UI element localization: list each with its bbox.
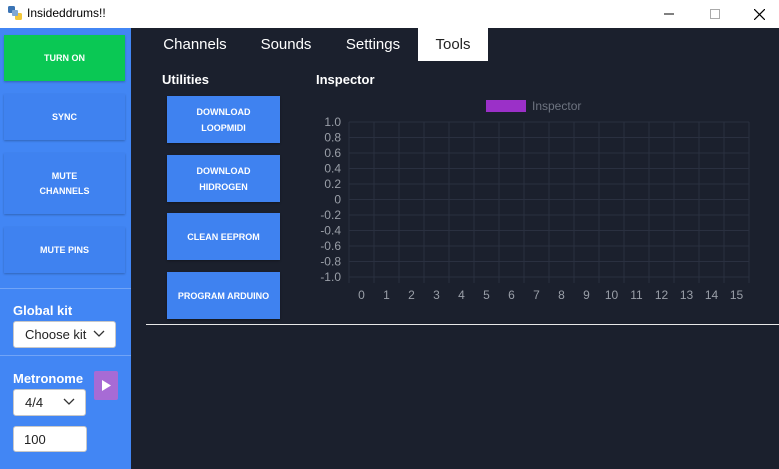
maximize-button[interactable]: [692, 0, 738, 28]
inspector-title: Inspector: [316, 72, 375, 87]
maximize-icon: [710, 9, 720, 19]
y-tick-label: -0.4: [320, 224, 341, 238]
x-tick-label: 2: [408, 288, 415, 302]
x-tick-label: 5: [483, 288, 490, 302]
download-loopmidi-button[interactable]: DOWNLOAD LOOPMIDI: [167, 96, 280, 143]
global-kit-label: Global kit: [13, 303, 73, 318]
sidebar-divider: [0, 355, 131, 356]
y-tick-label: -0.8: [320, 255, 341, 269]
x-tick-label: 8: [558, 288, 565, 302]
mute-pins-button[interactable]: MUTE PINS: [4, 227, 125, 273]
x-tick-label: 12: [655, 288, 669, 302]
inspector-chart: 1.00.80.60.40.20-0.2-0.4-0.6-0.8-1.0 012…: [320, 99, 750, 302]
close-icon: [753, 8, 765, 20]
clean-eeprom-button[interactable]: CLEAN EEPROM: [167, 213, 280, 260]
x-tick-label: 3: [433, 288, 440, 302]
x-tick-label: 0: [358, 288, 365, 302]
window-title: Insideddrums!!: [27, 6, 106, 20]
legend-label: Inspector: [532, 99, 581, 113]
play-icon: [102, 380, 111, 391]
utilities-title: Utilities: [162, 72, 209, 87]
tab-sounds[interactable]: Sounds: [249, 28, 323, 61]
minimize-button[interactable]: [646, 0, 692, 28]
x-tick-label: 6: [508, 288, 515, 302]
chart-grid: [348, 121, 750, 283]
x-tick-label: 13: [680, 288, 694, 302]
turn-on-button[interactable]: TURN ON: [4, 35, 125, 81]
tab-channels[interactable]: Channels: [153, 28, 237, 61]
program-arduino-button[interactable]: PROGRAM ARDUINO: [167, 272, 280, 319]
y-tick-label: -1.0: [320, 270, 341, 284]
y-tick-label: 0: [334, 193, 341, 207]
app-icon: [8, 6, 22, 20]
content-divider: [146, 324, 779, 325]
y-tick-label: 0.4: [324, 162, 341, 176]
tab-tools[interactable]: Tools: [418, 28, 488, 61]
y-tick-label: 0.8: [324, 131, 341, 145]
title-bar: Insideddrums!!: [0, 0, 779, 28]
legend-swatch: [486, 100, 526, 112]
chevron-down-icon: [63, 398, 75, 405]
metronome-label: Metronome: [13, 371, 84, 386]
sidebar-divider: [0, 288, 131, 289]
close-button[interactable]: [736, 0, 779, 28]
y-tick-label: 1.0: [324, 115, 341, 129]
x-tick-label: 1: [383, 288, 390, 302]
chevron-down-icon: [93, 330, 105, 337]
minimize-icon: [664, 13, 674, 15]
x-tick-label: 4: [458, 288, 465, 302]
mute-channels-button[interactable]: MUTE CHANNELS: [4, 153, 125, 214]
chart-x-axis: 0 1 2 3 4 5 6 7 8 9 10 11 12 13 14 15: [358, 288, 743, 302]
sync-button[interactable]: SYNC: [4, 94, 125, 140]
tab-settings[interactable]: Settings: [335, 28, 411, 61]
time-signature-select[interactable]: 4/4: [13, 389, 86, 416]
y-tick-label: 0.2: [324, 177, 341, 191]
bpm-input[interactable]: 100: [13, 426, 87, 452]
time-signature-selected: 4/4: [25, 395, 44, 410]
global-kit-select[interactable]: Choose kit: [13, 321, 116, 348]
x-tick-label: 7: [533, 288, 540, 302]
chart-legend: Inspector: [486, 99, 581, 113]
x-tick-label: 15: [730, 288, 744, 302]
y-tick-label: 0.6: [324, 146, 341, 160]
metronome-play-button[interactable]: [94, 371, 118, 400]
x-tick-label: 14: [705, 288, 719, 302]
x-tick-label: 10: [605, 288, 619, 302]
y-tick-label: -0.2: [320, 208, 341, 222]
global-kit-selected: Choose kit: [25, 327, 87, 342]
x-tick-label: 11: [630, 288, 643, 302]
x-tick-label: 9: [583, 288, 590, 302]
chart-y-axis: 1.0 0.80.6 0.40.2 0-0.2 -0.4-0.6 -0.8-1.0: [320, 115, 341, 284]
download-hidrogen-button[interactable]: DOWNLOAD HIDROGEN: [167, 155, 280, 202]
y-tick-label: -0.6: [320, 239, 341, 253]
